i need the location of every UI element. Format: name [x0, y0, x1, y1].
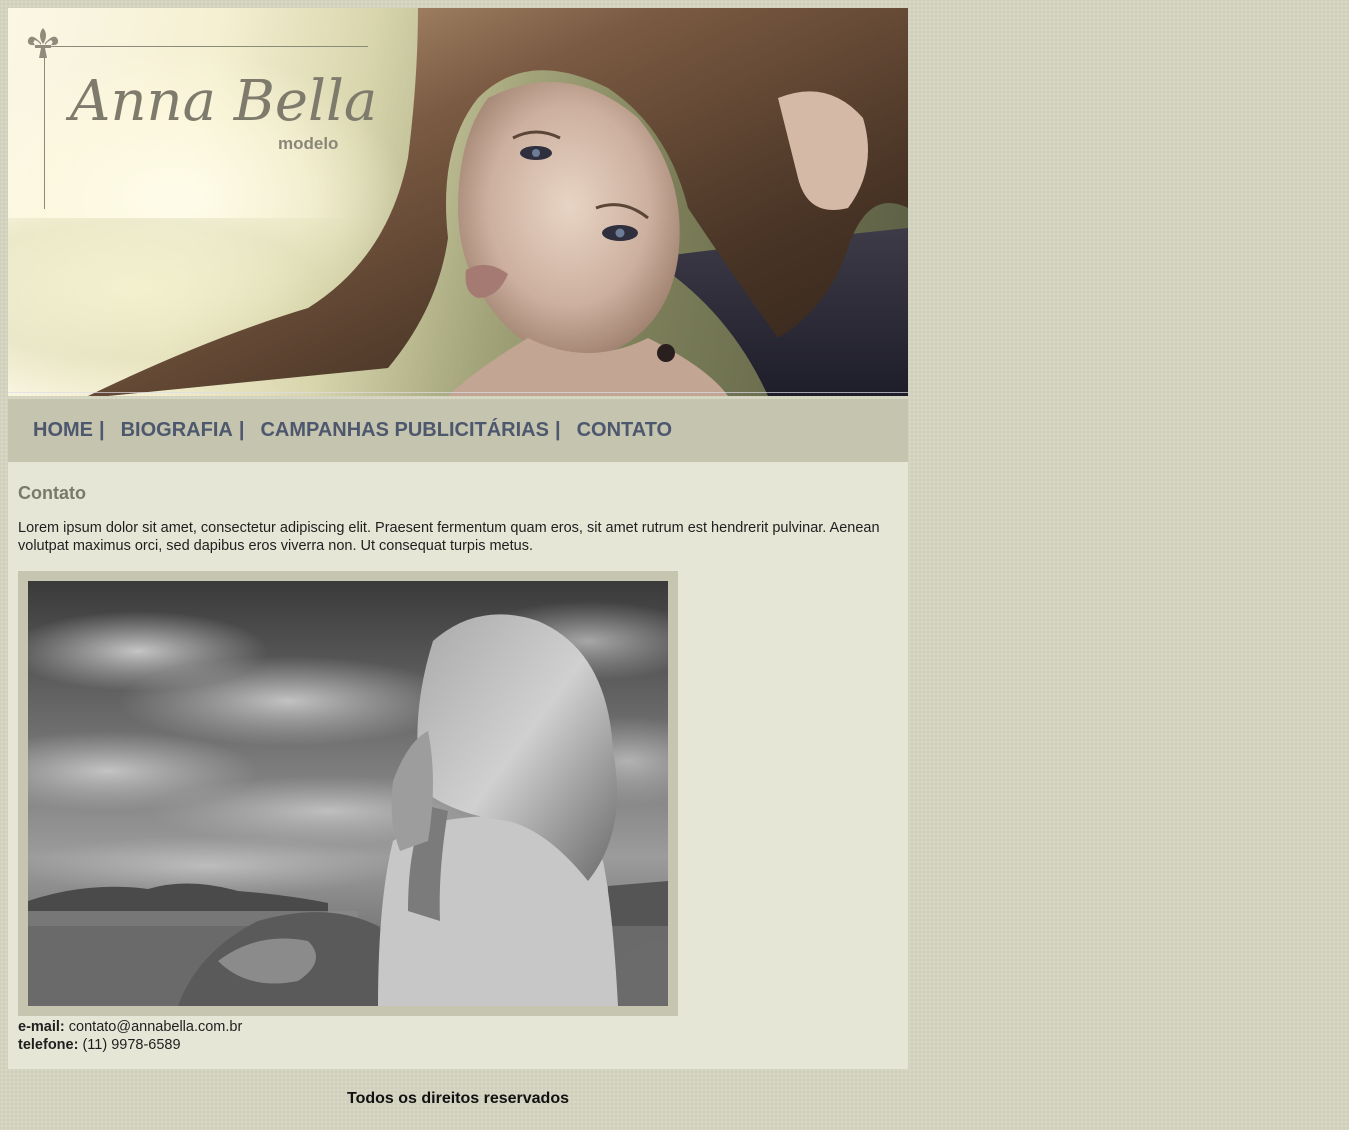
email-line: e-mail: contato@annabella.com.br [18, 1018, 898, 1036]
contact-details: e-mail: contato@annabella.com.br telefon… [18, 1018, 898, 1054]
brand-name: Anna Bella [70, 69, 378, 134]
nav-item-home[interactable]: HOME [33, 419, 93, 442]
photo-frame [18, 571, 678, 1016]
main-navigation: HOME | BIOGRAFIA | CAMPANHAS PUBLICITÁRI… [8, 399, 908, 462]
nav-item-campanhas-publicitarias[interactable]: CAMPANHAS PUBLICITÁRIAS [260, 419, 549, 442]
nav-separator: | [238, 419, 245, 441]
contact-photo [28, 581, 668, 1006]
footer-copyright: Todos os direitos reservados [347, 1090, 569, 1107]
content-area: Contato Lorem ipsum dolor sit amet, cons… [8, 462, 908, 1069]
email-value: contato@annabella.com.br [68, 1019, 243, 1035]
banner-portrait-image [88, 8, 908, 396]
logo-horizontal-rule [44, 46, 368, 47]
header-banner: Anna Bella modelo [8, 8, 908, 396]
intro-paragraph: Lorem ipsum dolor sit amet, consectetur … [18, 520, 880, 554]
phone-line: telefone: (11) 9978-6589 [18, 1036, 898, 1054]
nav-item-biografia[interactable]: BIOGRAFIA [121, 419, 233, 442]
nav-item-contato[interactable]: CONTATO [577, 419, 673, 442]
banner-bottom-line [8, 392, 908, 393]
logo-vertical-rule [44, 46, 45, 209]
brand-subtitle: modelo [278, 134, 339, 153]
nav-separator: | [554, 419, 561, 441]
page-container: Anna Bella modelo HOME | BIOGRAFIA | CAM… [8, 8, 908, 1108]
fleur-de-lis-icon [27, 28, 59, 58]
nav-separator: | [99, 419, 105, 441]
page-title: Contato [18, 483, 86, 503]
phone-value: (11) 9978-6589 [82, 1037, 181, 1053]
email-label: e-mail: [18, 1019, 65, 1035]
phone-label: telefone: [18, 1037, 79, 1053]
